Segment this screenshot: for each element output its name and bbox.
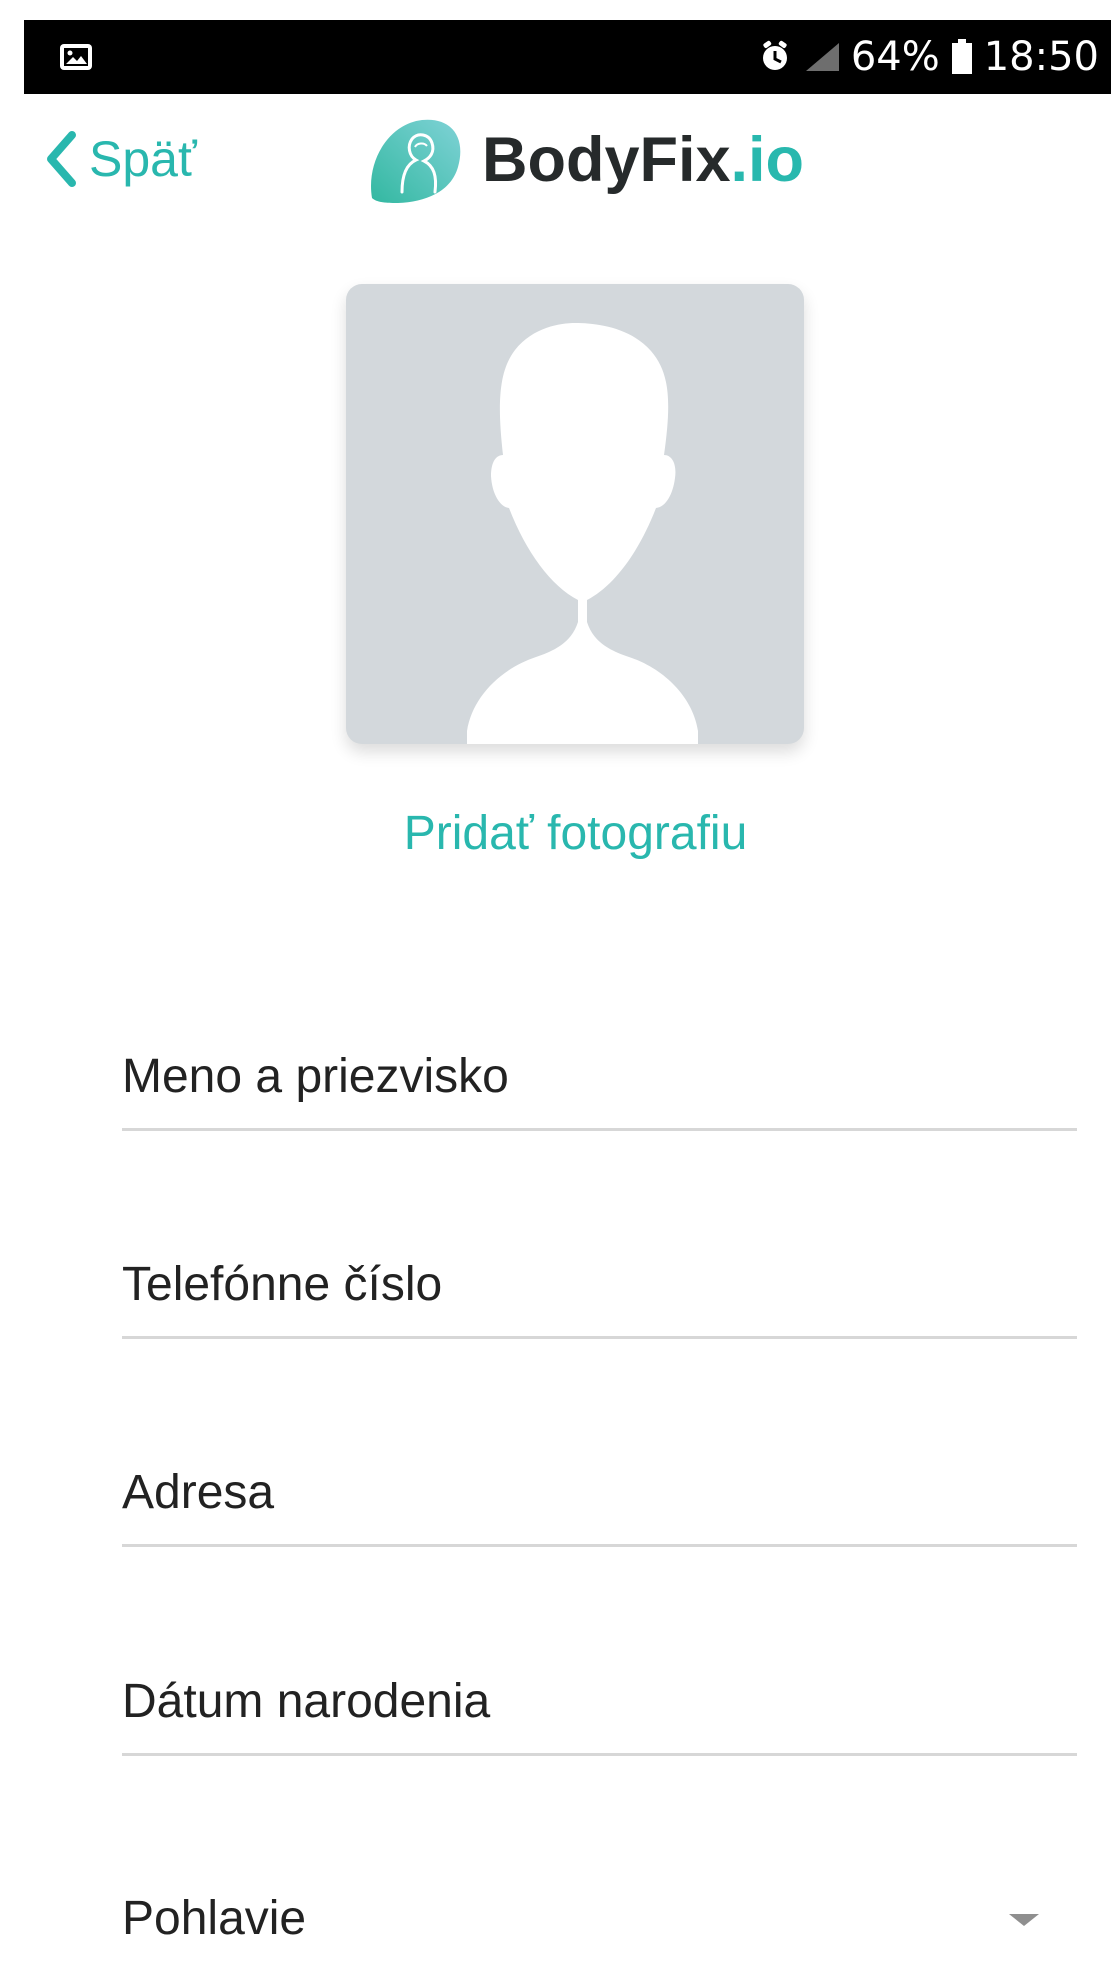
user-silhouette-icon [467,323,698,744]
logo-icon [371,119,461,203]
gender-select[interactable]: Pohlavie [122,1880,1077,1962]
battery-percent: 64% [850,34,940,80]
phone-field-label: Telefónne číslo [122,1258,443,1311]
status-right-area: 64% 18:50 [757,20,1099,94]
signal-icon [805,43,839,71]
address-field[interactable]: Adresa [122,1454,1077,1547]
status-time: 18:50 [983,34,1099,80]
battery-icon [951,39,972,74]
back-button[interactable]: Späť [45,124,197,194]
name-field[interactable]: Meno a priezvisko [122,1038,1077,1131]
phone-field[interactable]: Telefónne číslo [122,1246,1077,1339]
birth-date-field-label: Dátum narodenia [122,1675,491,1728]
back-label: Späť [89,131,197,187]
gender-select-label: Pohlavie [122,1892,307,1945]
dropdown-arrow-icon[interactable] [1009,1914,1039,1926]
image-icon [60,44,92,70]
address-field-label: Adresa [122,1466,275,1519]
logo-text: BodyFix.io [482,128,804,192]
profile-photo-placeholder[interactable] [346,284,804,744]
app-header: Späť BodyFix.io [0,94,1111,224]
status-bar: 64% 18:50 [24,20,1111,94]
name-field-label: Meno a priezvisko [122,1050,509,1103]
bodyfix-logo: BodyFix.io [360,112,804,208]
logo-accent: .io [730,124,805,195]
add-photo-button[interactable]: Pridať fotografiu [0,804,1111,864]
alarm-icon [762,40,787,70]
birth-date-field[interactable]: Dátum narodenia [122,1663,1077,1756]
logo-name: BodyFix [482,124,731,195]
chevron-left-icon [47,131,76,187]
